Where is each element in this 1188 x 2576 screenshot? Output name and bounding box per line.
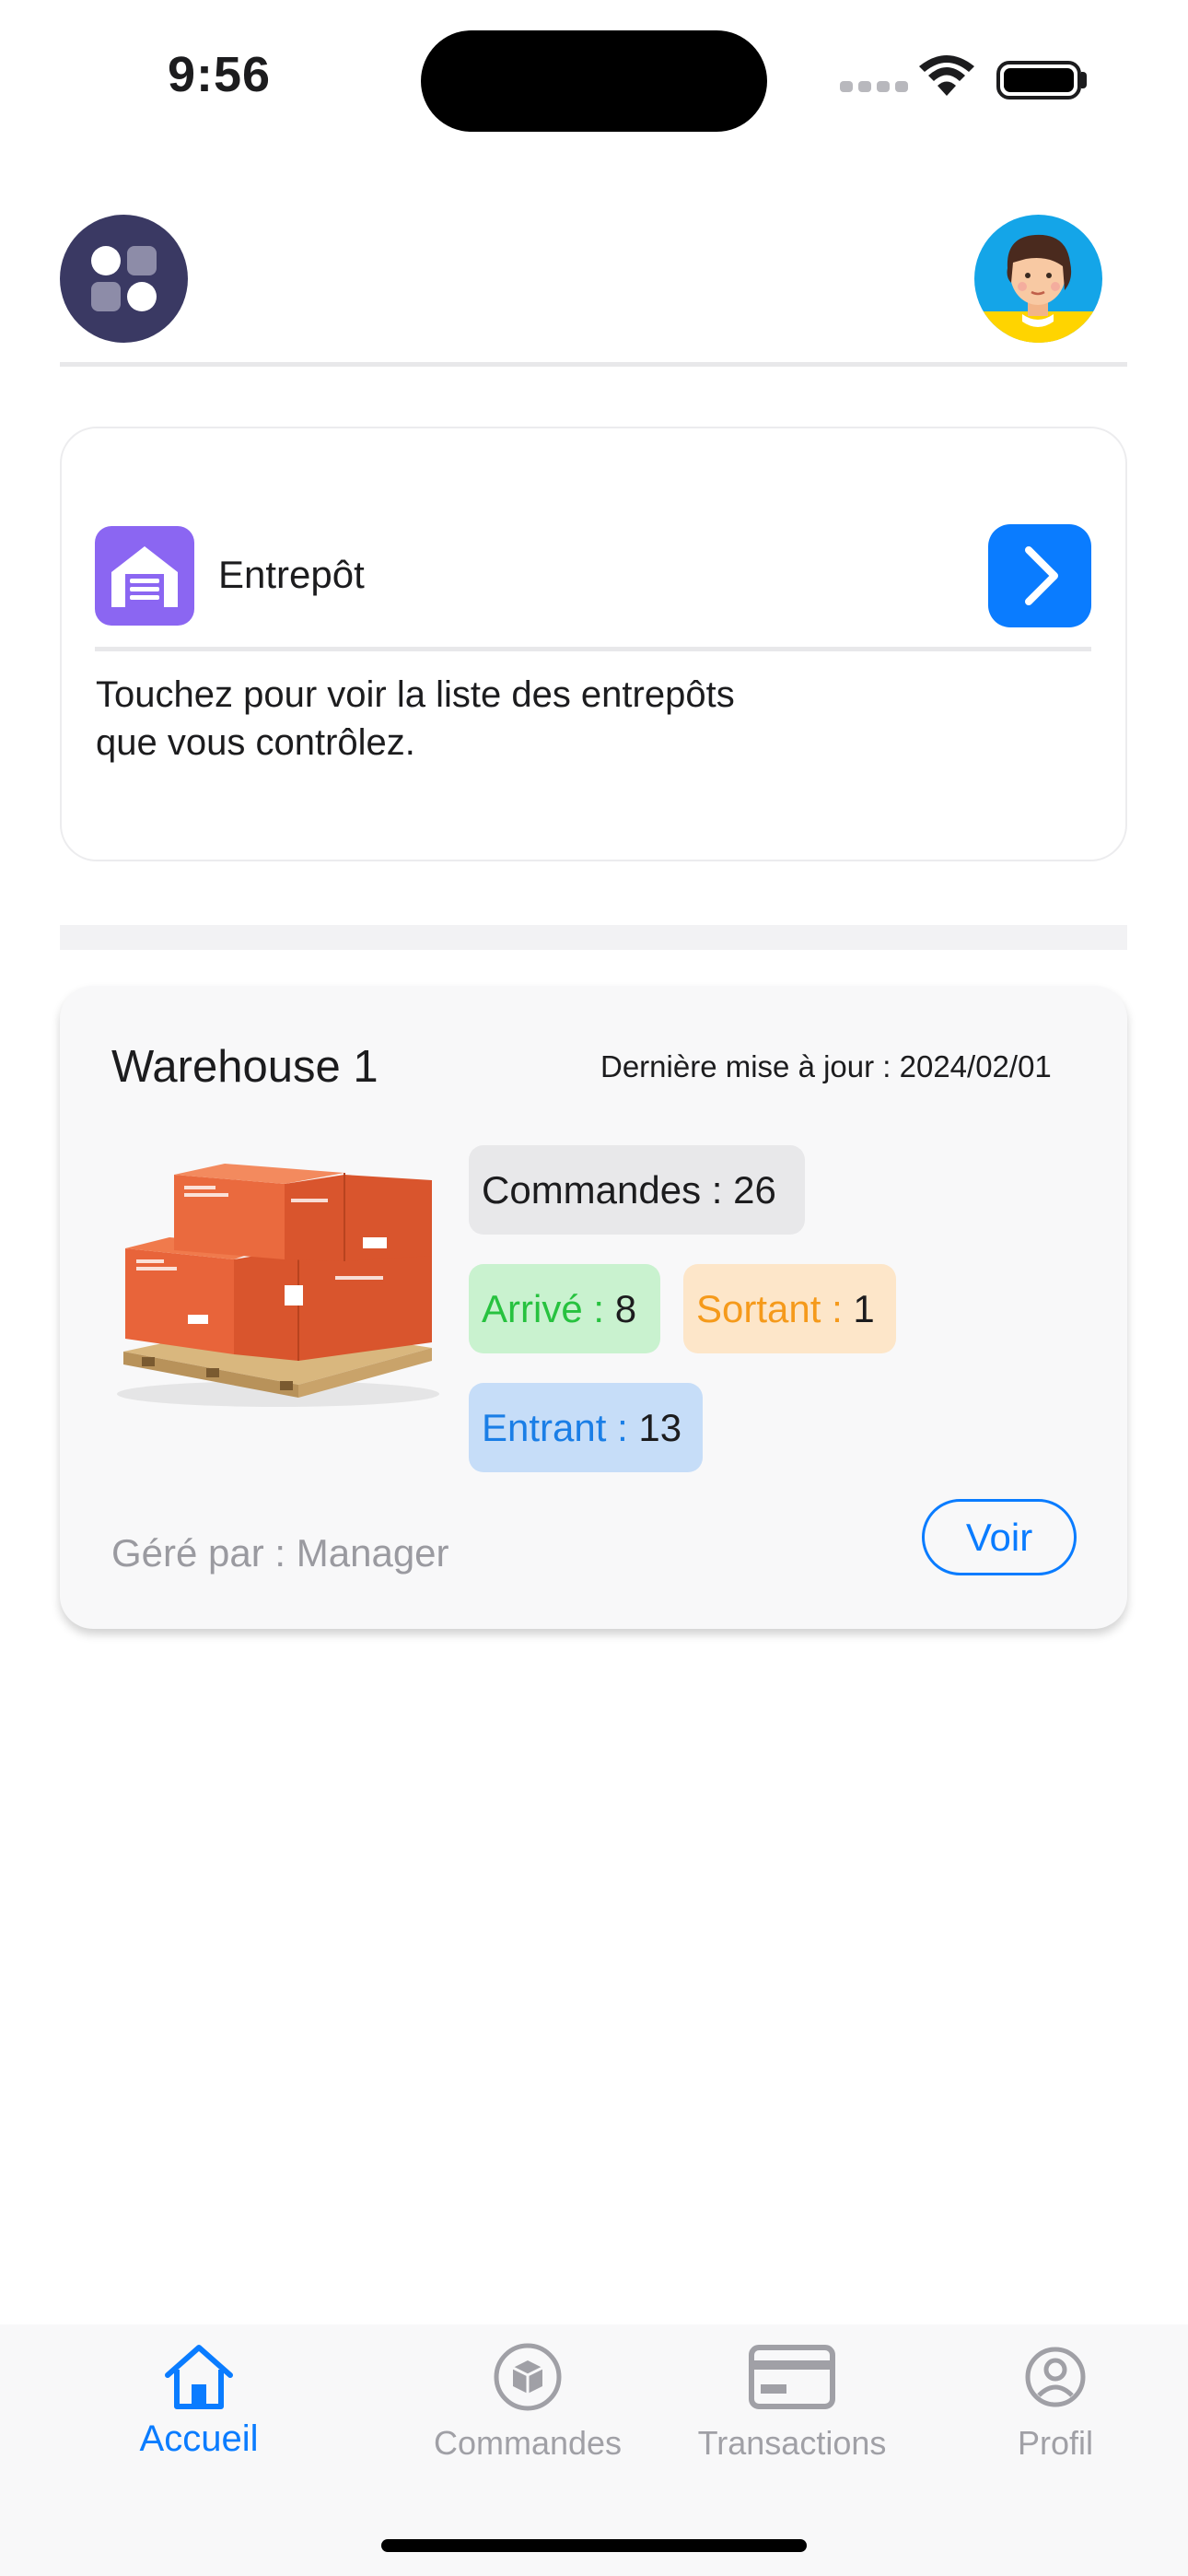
tab-profil[interactable]: Profil	[1004, 2340, 1107, 2463]
warehouse-name: Warehouse 1	[111, 1042, 379, 1092]
last-update-label: Dernière mise à jour : 2024/02/01	[600, 1049, 1052, 1083]
managed-by-label: Géré par : Manager	[111, 1531, 449, 1575]
chevron-right-icon	[1025, 546, 1058, 605]
tab-transactions[interactable]: Transactions	[695, 2340, 889, 2463]
arrived-label: Arrivé :	[482, 1287, 615, 1330]
warehouse-open-button[interactable]	[988, 524, 1091, 627]
grid-dot-icon	[91, 282, 121, 311]
person-avatar-icon	[974, 234, 1102, 343]
orders-label: Commandes :	[482, 1168, 734, 1212]
user-circle-icon	[1025, 2347, 1086, 2407]
menu-grid-button[interactable]	[60, 215, 188, 343]
status-time: 9:56	[168, 47, 272, 102]
description-line: Touchez pour voir la liste des entrepôts	[96, 674, 735, 715]
box-icon	[494, 2343, 562, 2411]
tab-commandes[interactable]: Commandes	[425, 2340, 630, 2463]
incoming-count-chip: Entrant : 13	[469, 1383, 703, 1472]
section-separator	[60, 925, 1127, 950]
incoming-label: Entrant :	[482, 1406, 639, 1449]
wifi-icon	[919, 55, 974, 96]
tab-label: Commandes	[433, 2424, 623, 2462]
warehouse-entry-title: Entrepôt	[218, 553, 365, 596]
tab-label: Profil	[1017, 2424, 1094, 2462]
orders-value: 26	[733, 1168, 776, 1212]
description-line: que vous contrôlez.	[96, 722, 415, 763]
orders-count-chip: Commandes : 26	[469, 1145, 805, 1235]
tab-accueil[interactable]: Accueil	[109, 2340, 289, 2460]
home-icon	[165, 2345, 233, 2409]
arrived-count-chip: Arrivé : 8	[469, 1264, 660, 1353]
outgoing-count-chip: Sortant : 1	[683, 1264, 896, 1353]
outgoing-value: 1	[853, 1287, 875, 1330]
cellular-signal-icon	[840, 81, 908, 92]
view-warehouse-button[interactable]: Voir	[922, 1499, 1077, 1575]
incoming-value: 13	[638, 1406, 682, 1449]
warehouse-icon	[95, 526, 194, 626]
card-divider	[95, 647, 1091, 651]
grid-dot-icon	[127, 282, 157, 311]
warehouse-entry-description: Touchez pour voir la liste des entrepôts…	[96, 671, 925, 767]
battery-tip	[1081, 72, 1087, 88]
dynamic-island	[421, 30, 767, 132]
warehouse-list-card[interactable]	[60, 427, 1127, 861]
outgoing-label: Sortant :	[696, 1287, 854, 1330]
tab-label: Accueil	[139, 2418, 259, 2459]
tab-label: Transactions	[697, 2424, 887, 2462]
grid-dot-icon	[91, 246, 121, 275]
home-indicator	[381, 2539, 807, 2552]
card-icon	[749, 2345, 835, 2409]
header-divider	[60, 362, 1127, 367]
user-avatar[interactable]	[974, 215, 1102, 343]
battery-icon	[996, 61, 1081, 100]
grid-dot-icon	[127, 246, 157, 275]
boxes-on-pallet-image	[117, 1164, 439, 1407]
arrived-value: 8	[614, 1287, 637, 1330]
